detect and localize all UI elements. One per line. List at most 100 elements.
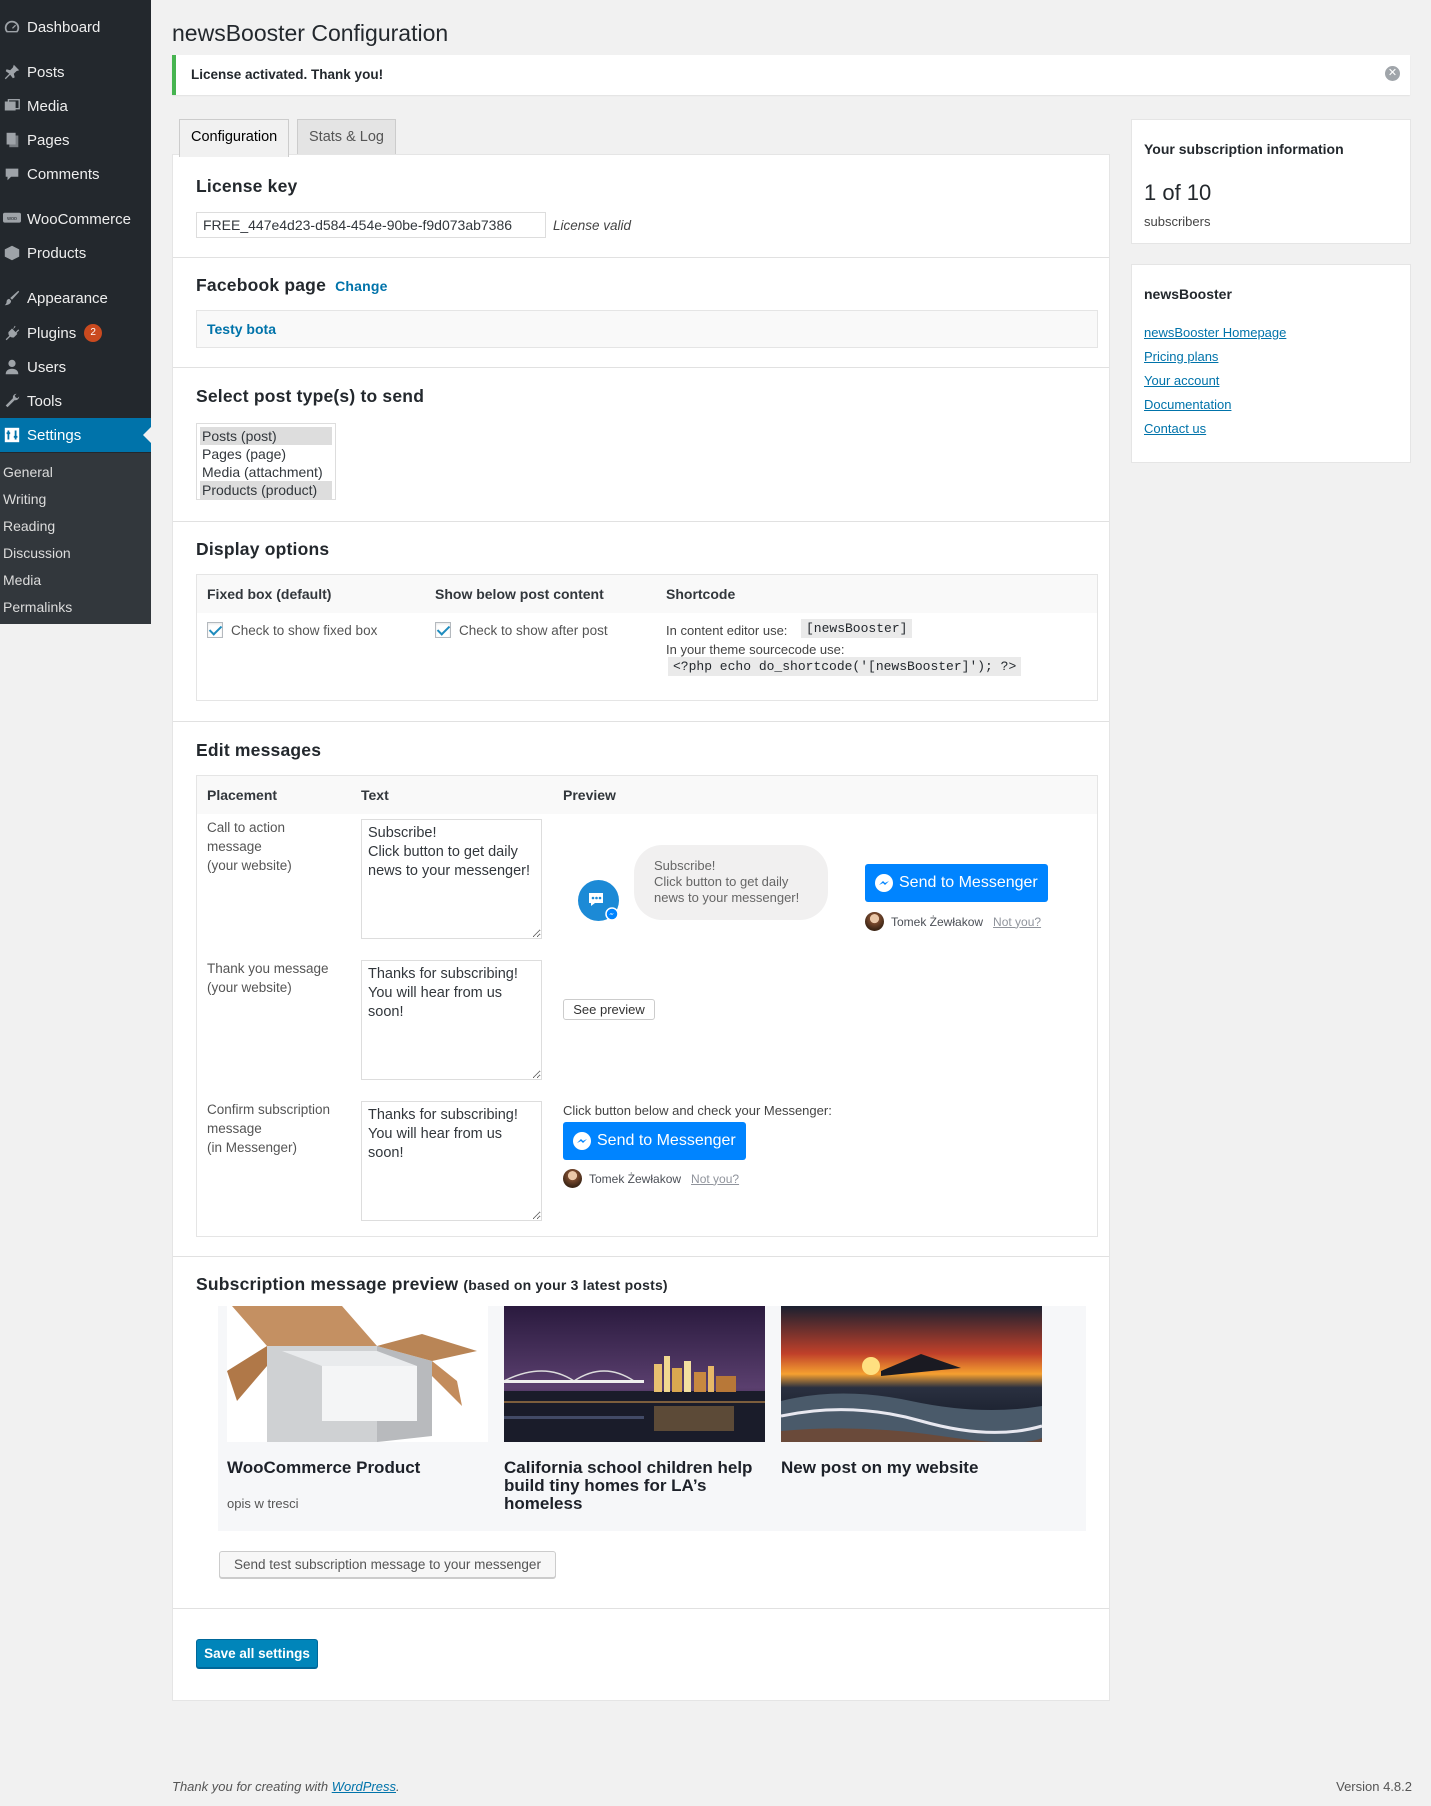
menu-products[interactable]: Products (0, 236, 151, 270)
user-icon (2, 357, 22, 377)
menu-users[interactable]: Users (0, 350, 151, 384)
menu-plugins[interactable]: Plugins 2 (0, 316, 151, 350)
below-post-label: Check to show after post (459, 623, 608, 638)
menu-settings[interactable]: Settings (0, 418, 151, 452)
license-status: License valid (553, 218, 632, 233)
save-all-settings-button[interactable]: Save all settings (196, 1639, 318, 1668)
submenu-media[interactable]: Media (3, 572, 41, 588)
post-card (227, 1306, 488, 1442)
homepage-link[interactable]: newsBooster Homepage (1144, 325, 1286, 340)
table-header (197, 776, 1097, 814)
woocommerce-icon: woo (2, 209, 22, 229)
option-pages[interactable]: Pages (page) (200, 445, 332, 463)
facebook-heading-text: Facebook page (196, 275, 326, 295)
below-post-checkbox[interactable] (435, 622, 451, 638)
placement-line: Thank you message (207, 961, 329, 976)
documentation-link[interactable]: Documentation (1144, 397, 1231, 412)
not-you-link[interactable]: Not you? (993, 915, 1041, 929)
post-image-box (227, 1306, 488, 1442)
confirm-instruction: Click button below and check your Messen… (563, 1103, 832, 1118)
placement-line: Call to action (207, 820, 286, 835)
menu-posts[interactable]: Posts (0, 55, 151, 89)
media-icon (2, 96, 22, 116)
subscription-info-box: Your subscription information 1 of 10 su… (1131, 119, 1411, 244)
divider (173, 521, 1109, 522)
preview-heading-text: Subscription message preview (196, 1274, 459, 1294)
menu-pages[interactable]: Pages (0, 123, 151, 157)
theme-shortcode: <?php echo do_shortcode('[newsBooster]')… (668, 657, 1022, 676)
page-title: newsBooster Configuration (172, 20, 449, 46)
divider (173, 257, 1109, 258)
menu-woocommerce[interactable]: woo WooCommerce (0, 202, 151, 236)
placement-line: Confirm subscription (207, 1102, 331, 1117)
col-placement: Placement (207, 787, 278, 803)
post-types-heading: Select post type(s) to send (196, 386, 425, 406)
option-media[interactable]: Media (attachment) (200, 463, 332, 481)
dashboard-icon (2, 17, 22, 37)
thankyou-message-textarea[interactable] (361, 960, 542, 1080)
comment-icon (2, 164, 22, 184)
newsbooster-links-box: newsBooster newsBooster Homepage Pricing… (1131, 264, 1411, 463)
submenu-permalinks[interactable]: Permalinks (3, 599, 72, 615)
preview-send-to-messenger-button[interactable]: Send to Messenger (865, 864, 1048, 902)
col-fixed-box: Fixed box (default) (207, 586, 332, 602)
bubble-line: news to your messenger! (654, 890, 800, 905)
send-button-label: Send to Messenger (597, 1132, 736, 1149)
tab-configuration[interactable]: Configuration (179, 119, 290, 157)
menu-media[interactable]: Media (0, 89, 151, 123)
not-you-link[interactable]: Not you? (691, 1172, 739, 1186)
active-menu-arrow (143, 427, 151, 443)
account-link[interactable]: Your account (1144, 373, 1219, 388)
post-image-sunset (781, 1306, 1042, 1442)
menu-tools[interactable]: Tools (0, 384, 151, 418)
send-to-messenger-button[interactable]: Send to Messenger (563, 1122, 746, 1160)
col-shortcode: Shortcode (666, 586, 736, 602)
svg-text:woo: woo (6, 216, 17, 222)
newsbooster-heading: newsBooster (1144, 286, 1232, 302)
submenu-writing[interactable]: Writing (3, 491, 46, 507)
submenu-reading[interactable]: Reading (3, 518, 55, 534)
pages-icon (2, 130, 22, 150)
facebook-page-link[interactable]: Testy bota (207, 321, 276, 337)
contact-link[interactable]: Contact us (1144, 421, 1206, 436)
menu-appearance[interactable]: Appearance (0, 281, 151, 315)
preview-subheading: (based on your 3 latest posts) (463, 1277, 668, 1293)
tab-stats-log[interactable]: Stats & Log (297, 119, 396, 155)
col-below-post: Show below post content (435, 586, 604, 602)
edit-messages-heading: Edit messages (196, 740, 322, 760)
cta-message-textarea[interactable] (361, 819, 542, 939)
bubble-line: Subscribe! (654, 858, 716, 873)
license-key-field[interactable]: FREE_447e4d23-d584-454e-90be-f9d073ab738… (196, 212, 546, 238)
pricing-link[interactable]: Pricing plans (1144, 349, 1218, 364)
option-products[interactable]: Products (product) (200, 481, 332, 499)
facebook-page-box: Testy bota (196, 310, 1098, 348)
send-test-button[interactable]: Send test subscription message to your m… (219, 1551, 556, 1578)
see-preview-button[interactable]: See preview (563, 999, 655, 1020)
post-card (781, 1306, 1042, 1442)
post-title: WooCommerce Product (227, 1458, 421, 1477)
menu-label: Posts (27, 63, 65, 81)
menu-comments[interactable]: Comments (0, 157, 151, 191)
messenger-icon (875, 874, 893, 892)
menu-dashboard[interactable]: Dashboard (0, 10, 151, 44)
user-avatar (563, 1169, 582, 1188)
dismiss-icon[interactable]: ✕ (1385, 66, 1400, 81)
wordpress-link[interactable]: WordPress (332, 1779, 396, 1794)
messenger-icon (573, 1132, 591, 1150)
post-image-bridge (504, 1306, 765, 1442)
option-posts[interactable]: Posts (post) (200, 427, 332, 445)
fixed-box-label: Check to show fixed box (231, 623, 378, 638)
post-title: California school children help build ti… (504, 1458, 753, 1513)
submenu-general[interactable]: General (3, 464, 53, 480)
display-options-heading: Display options (196, 539, 330, 559)
confirm-message-textarea[interactable] (361, 1101, 542, 1221)
subscriber-count: 1 of 10 (1144, 180, 1212, 205)
fixed-box-checkbox[interactable] (207, 622, 223, 638)
post-types-select[interactable]: Posts (post) Pages (page) Media (attachm… (196, 423, 336, 500)
box-icon (2, 243, 22, 263)
change-page-link[interactable]: Change (335, 278, 388, 294)
post-title: New post on my website (781, 1458, 979, 1477)
submenu-discussion[interactable]: Discussion (3, 545, 71, 561)
footer-text: Thank you for creating with (172, 1779, 332, 1794)
menu-label: WooCommerce (27, 210, 131, 228)
